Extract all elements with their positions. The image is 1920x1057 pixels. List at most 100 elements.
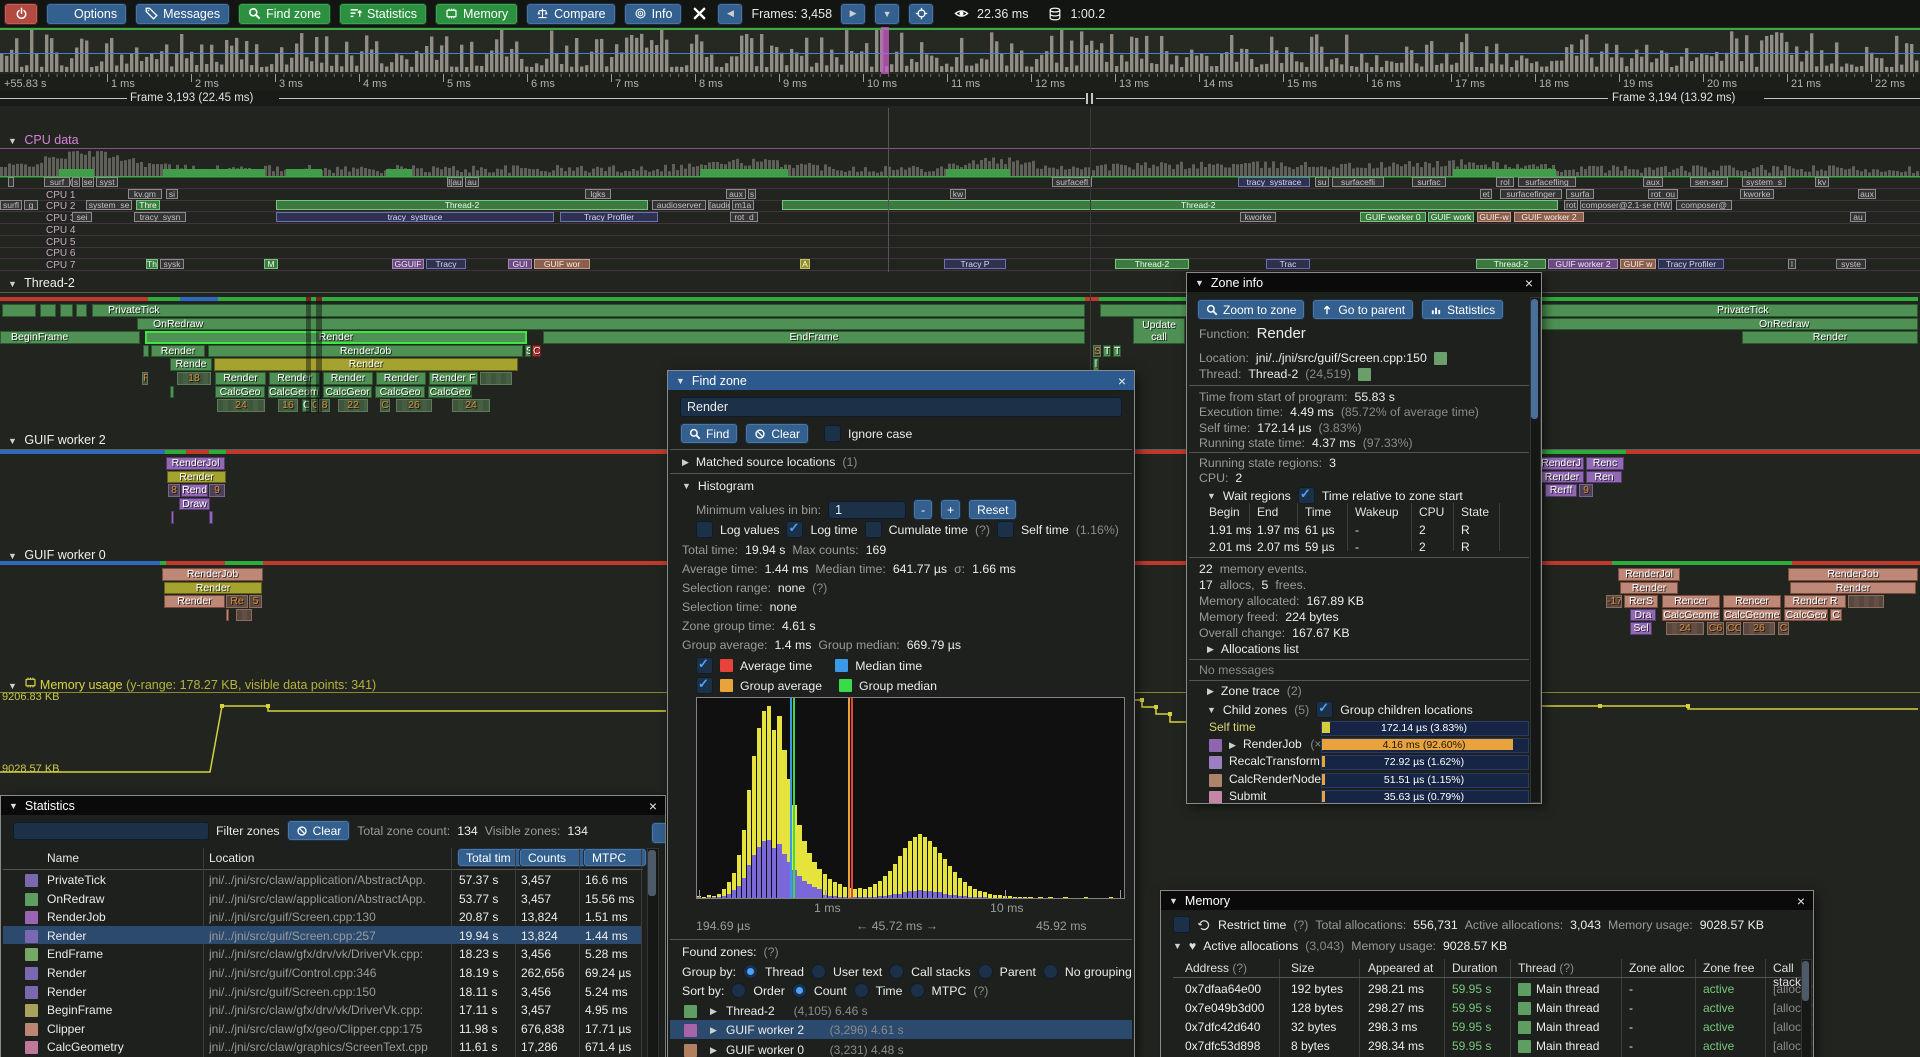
memory-button[interactable]: Memory <box>435 3 518 25</box>
close-icon[interactable]: × <box>1118 374 1126 388</box>
child-zone-row[interactable]: RecalcTransform72.92 µs (1.62%) <box>1187 754 1541 770</box>
power-button[interactable] <box>4 3 38 25</box>
group-by-option[interactable] <box>743 964 758 979</box>
alloc-callstack-alloc: [alloc] <box>1773 982 1804 996</box>
focus-frame-button[interactable] <box>908 3 934 25</box>
child-zone-row[interactable]: CalcRenderNodes51.51 µs (1.15%) <box>1187 772 1541 788</box>
table-row[interactable]: BeginFramejni/../jni/src/claw/gfx/drv/vk… <box>1 1002 665 1020</box>
table-row[interactable]: Renderjni/../jni/src/guif/Screen.cpp:150… <box>1 984 665 1002</box>
info-button[interactable]: Info <box>624 3 683 25</box>
group-by-option[interactable] <box>1043 964 1058 979</box>
child-zone-row[interactable]: Self time172.14 µs (3.83%) <box>1187 720 1541 736</box>
increase-bin-button[interactable]: + <box>940 499 961 520</box>
histogram-plot[interactable] <box>696 697 1125 899</box>
help-icon[interactable]: (?) <box>1556 961 1574 975</box>
clear-button[interactable]: Clear <box>745 423 809 444</box>
table-row[interactable]: PrivateTickjni/../jni/src/claw/applicati… <box>1 872 665 890</box>
sort-by-option[interactable] <box>910 983 925 998</box>
found-group-row[interactable]: ▶Thread-2(4,105) 6.46 s <box>668 1003 1134 1021</box>
table-row[interactable]: Renderjni/../jni/src/guif/Screen.cpp:257… <box>1 928 665 946</box>
histogram-wait-bar <box>928 891 932 898</box>
table-row[interactable]: CalcGeometryjni/../jni/src/claw/graphics… <box>1 1039 665 1057</box>
frame-label-right[interactable]: Frame 3,194 (13.92 ms) <box>1612 92 1735 104</box>
close-icon[interactable]: × <box>1797 894 1805 908</box>
sort-mtpc-button[interactable]: MTPC <box>583 848 647 867</box>
zoom-to-zone-button[interactable]: Zoom to zone <box>1197 299 1305 320</box>
table-row[interactable]: EndFramejni/../jni/src/claw/gfx/drv/vk/D… <box>1 946 665 964</box>
memory-scrollbar-thumb[interactable] <box>1802 961 1809 1001</box>
next-frame-button[interactable]: ▶ <box>840 3 866 25</box>
found-group-row[interactable]: ▶GUIF worker 2(3,296) 4.61 s <box>668 1022 1134 1040</box>
range-span[interactable]: ← 45.72 ms → <box>856 919 938 933</box>
close-icon[interactable]: × <box>1525 276 1533 290</box>
child-zone-row[interactable]: Submit35.63 µs (0.79%) <box>1187 789 1541 804</box>
filter-zones-input[interactable] <box>13 822 209 840</box>
child-zone-row[interactable]: ▶RenderJob(×2)4.16 ms (92.60%) <box>1187 737 1541 753</box>
allocation-row[interactable]: 0x7e049b3d00128 bytes298.27 ms59.95 sMai… <box>1161 1000 1813 1018</box>
group-children-checkbox[interactable] <box>1316 701 1333 718</box>
series-checkbox[interactable] <box>696 677 713 694</box>
allocation-row[interactable]: 0x7dfc53d8988 bytes298.34 ms59.95 sMain … <box>1161 1038 1813 1056</box>
compare-button[interactable]: Compare <box>526 3 615 25</box>
series-checkbox[interactable] <box>696 657 713 674</box>
option-label: No grouping <box>1065 965 1132 979</box>
group-by-option[interactable] <box>889 964 904 979</box>
options-button[interactable]: undefinedOptions <box>46 3 127 25</box>
frame-label-left[interactable]: Frame 3,193 (22.45 ms) <box>130 92 253 104</box>
time-ruler[interactable]: +55.83 s1 ms2 ms3 ms4 ms5 ms6 ms7 ms8 ms… <box>0 74 1920 91</box>
zone-info-scrollbar-thumb[interactable] <box>1531 299 1538 419</box>
restrict-time-checkbox[interactable] <box>1173 916 1190 933</box>
find-zone-button[interactable]: Find zone <box>238 3 331 25</box>
frame-row[interactable]: Frame 3,193 (22.45 ms) Frame 3,194 (13.92… <box>0 91 1920 106</box>
frame-overview-strip[interactable] <box>0 27 1920 75</box>
find-zone-search-input[interactable]: Render <box>680 397 1122 417</box>
tools-icon[interactable] <box>692 6 707 21</box>
alloc-address: 0x7dfc53d898 <box>1185 1039 1260 1053</box>
reset-button[interactable]: Reset <box>968 499 1017 520</box>
table-row[interactable]: OnRedrawjni/../jni/src/claw/application/… <box>1 891 665 909</box>
memory-titlebar[interactable]: ▼Memory× <box>1161 891 1813 910</box>
messages-button[interactable]: Messages <box>135 3 230 25</box>
allocation-row[interactable]: 0x7dfaa64e00192 bytes298.21 ms59.95 sMai… <box>1161 981 1813 999</box>
frame-select-button[interactable]: ▼ <box>874 3 900 25</box>
log-time-checkbox[interactable] <box>786 521 803 538</box>
tick-label: 1 ms <box>814 901 841 915</box>
alloc-duration: 59.95 s <box>1452 1001 1491 1015</box>
clipped-button[interactable] <box>651 822 666 844</box>
prev-frame-button[interactable]: ◀ <box>717 3 743 25</box>
sort-by-option[interactable] <box>731 983 746 998</box>
group-by-option[interactable] <box>978 964 993 979</box>
cumulate-time-checkbox[interactable] <box>865 521 882 538</box>
group-by-option[interactable] <box>811 964 826 979</box>
decrease-bin-button[interactable]: - <box>913 499 933 520</box>
clear-filter-button[interactable]: Clear <box>287 820 351 841</box>
min-bin-input[interactable]: 1 <box>828 501 906 519</box>
zone-info-titlebar[interactable]: ▼Zone info× <box>1187 273 1541 292</box>
relative-time-checkbox[interactable] <box>1298 487 1315 504</box>
help-icon[interactable]: (?) <box>1293 918 1308 932</box>
ignore-case-checkbox[interactable] <box>824 425 841 442</box>
sort-counts-button[interactable]: Counts <box>519 848 587 867</box>
sort-by-option[interactable] <box>854 983 869 998</box>
stats-scrollbar-thumb[interactable] <box>648 850 656 896</box>
help-icon[interactable]: (?) <box>973 984 988 998</box>
sort-by-option[interactable] <box>792 983 807 998</box>
self-time-checkbox[interactable] <box>997 521 1014 538</box>
help-icon[interactable]: (?) <box>764 945 779 959</box>
found-group-row[interactable]: ▶GUIF worker 0(3,231) 4.48 s <box>668 1042 1134 1057</box>
statistics-button[interactable]: Statistics <box>339 3 427 25</box>
statistics-titlebar[interactable]: ▼Statistics× <box>1 796 665 815</box>
allocation-row[interactable]: 0x7dfc42d64032 bytes298.3 ms59.95 sMain … <box>1161 1019 1813 1037</box>
table-row[interactable]: RenderJobjni/../jni/src/guif/Screen.cpp:… <box>1 909 665 927</box>
find-zone-titlebar[interactable]: ▼Find zone× <box>668 371 1134 390</box>
help-icon[interactable]: (?) <box>975 523 990 537</box>
close-icon[interactable]: × <box>649 799 657 813</box>
go-to-parent-button[interactable]: Go to parent <box>1312 299 1414 320</box>
log-values-checkbox[interactable] <box>696 521 713 538</box>
help-icon[interactable]: (?) <box>1229 961 1247 975</box>
statistics-button[interactable]: Statistics <box>1421 299 1504 320</box>
table-row[interactable]: Renderjni/../jni/src/guif/Control.cpp:34… <box>1 965 665 983</box>
row-count: 17,286 <box>521 1040 558 1054</box>
table-row[interactable]: Clipperjni/../jni/src/claw/gfx/geo/Clipp… <box>1 1021 665 1039</box>
find-button[interactable]: Find <box>680 423 738 444</box>
